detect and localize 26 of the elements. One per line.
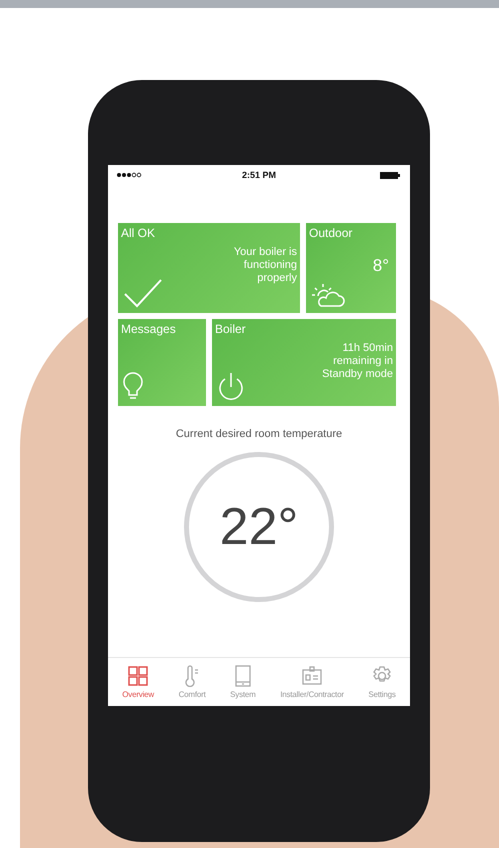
tile-title: Outdoor [309, 226, 354, 240]
tab[interactable]: System [230, 665, 256, 699]
outdoor-tile[interactable]: Outdoor 8° [306, 223, 396, 313]
tile-title: All OK [121, 226, 156, 240]
tab[interactable]: Installer/Contractor [280, 665, 344, 699]
tab[interactable]: Comfort [178, 665, 206, 699]
sun-cloud-icon [311, 282, 345, 308]
tile-title: Messages [121, 322, 177, 336]
status-time: 2:51 PM [242, 170, 276, 180]
temperature-dial[interactable]: 22° [184, 452, 334, 602]
status-tile[interactable]: All OK Your boiler is functioning properly [118, 223, 300, 313]
tile-text: Your boiler is functioning properly [232, 246, 297, 285]
power-icon [217, 371, 245, 401]
grid-icon [127, 665, 150, 687]
tab[interactable]: Settings [368, 665, 396, 699]
temperature-label: Current desired room temperature [176, 428, 342, 440]
tile-text: 11h 50min remaining in Standby mode [321, 342, 393, 381]
checkmark-icon [123, 278, 163, 308]
tile-title: Boiler [215, 322, 247, 336]
signal-icon [116, 171, 142, 179]
boiler-tile[interactable]: Boiler 11h 50min remaining in Standby mode [212, 319, 396, 406]
tab[interactable]: Overview [122, 665, 154, 699]
lightbulb-icon [123, 371, 143, 401]
tile-value: 8° [372, 256, 389, 276]
id-badge-icon [301, 665, 323, 687]
messages-tile[interactable]: Messages [118, 319, 206, 406]
